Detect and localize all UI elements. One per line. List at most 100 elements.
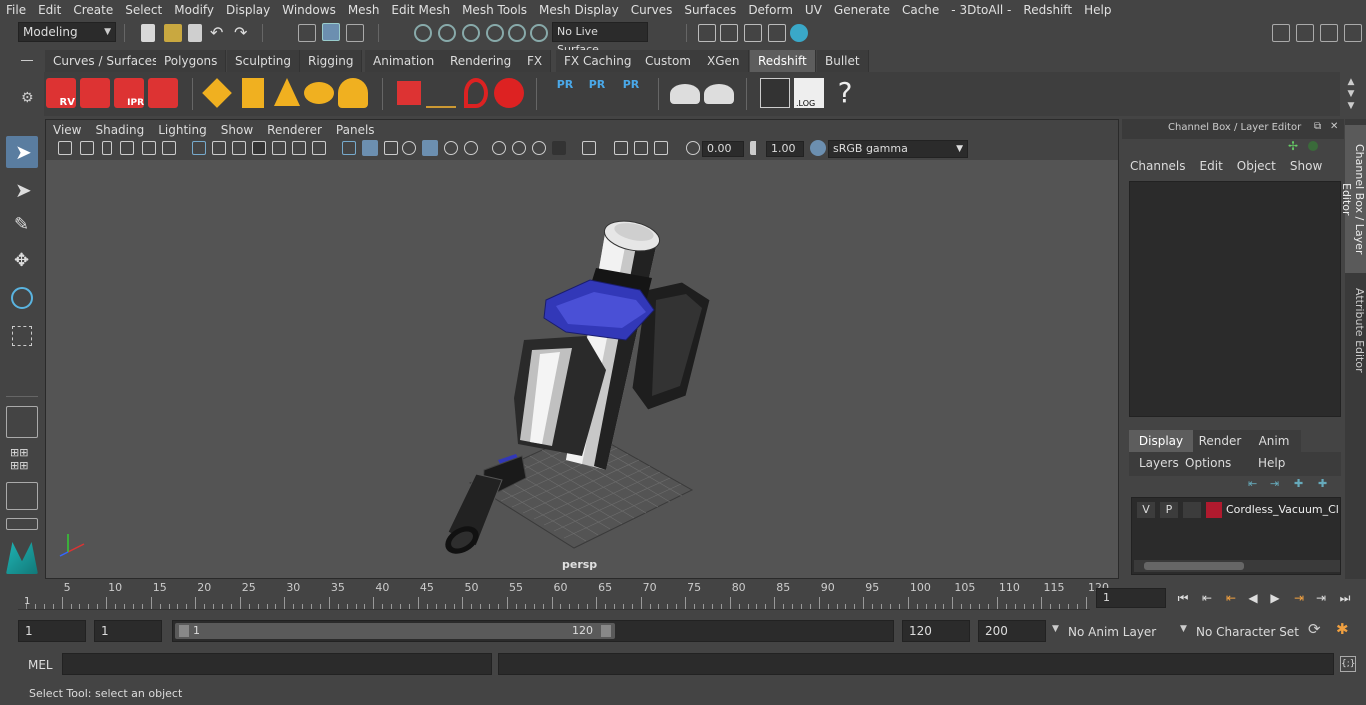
- go-to-end-icon[interactable]: ⏭: [1336, 590, 1354, 606]
- range-handle-left[interactable]: [179, 625, 189, 637]
- new-scene-icon[interactable]: [141, 24, 155, 42]
- close-icon[interactable]: ✕: [1330, 121, 1338, 132]
- menu-surfaces[interactable]: Surfaces: [678, 0, 742, 20]
- gamma-icon[interactable]: [750, 141, 762, 155]
- tool-settings-icon[interactable]: [1320, 24, 1338, 42]
- animation-prefs-icon[interactable]: ✱: [1336, 620, 1349, 638]
- anim-layer-dropdown[interactable]: No Anim Layer: [1068, 622, 1178, 642]
- rs-spot-light-icon[interactable]: [274, 78, 300, 106]
- layer-hscrollbar[interactable]: [1134, 560, 1340, 572]
- vp-menu-renderer[interactable]: Renderer: [260, 120, 329, 140]
- motion-blur-icon[interactable]: [492, 141, 506, 155]
- mode-selector[interactable]: Modeling ▼: [18, 22, 116, 42]
- textured-icon[interactable]: [402, 141, 416, 155]
- auto-key-icon[interactable]: ⟳: [1308, 620, 1321, 638]
- range-handle-right[interactable]: [601, 625, 611, 637]
- tab-polygons[interactable]: Polygons: [156, 50, 227, 72]
- rs-dome-light-icon[interactable]: [304, 82, 334, 104]
- depth-of-field-icon[interactable]: [532, 141, 546, 155]
- ambient-occlusion-icon[interactable]: [464, 141, 478, 155]
- channels-menu[interactable]: Channels: [1130, 159, 1186, 173]
- layer-name[interactable]: Cordless_Vacuum_Clea: [1226, 503, 1338, 516]
- step-forward-icon[interactable]: ⇥: [1312, 590, 1330, 606]
- playback-start-field[interactable]: 1: [94, 620, 162, 642]
- object-menu[interactable]: Object: [1237, 159, 1276, 173]
- film-gate-icon[interactable]: [212, 141, 226, 155]
- paint-select-tool-icon[interactable]: ✎: [6, 210, 38, 242]
- wireframe-icon[interactable]: [342, 141, 356, 155]
- layout-single-icon[interactable]: [6, 406, 38, 438]
- shadows-icon[interactable]: [444, 141, 458, 155]
- menu-uv[interactable]: UV: [799, 0, 828, 20]
- tab-animation[interactable]: Animation: [365, 50, 444, 72]
- move-layer-down-icon[interactable]: ⇥: [1270, 477, 1279, 490]
- layer-playback-toggle[interactable]: P: [1160, 502, 1178, 518]
- lasso-tool-icon[interactable]: ➤: [6, 174, 38, 206]
- current-frame-field[interactable]: 1: [1096, 588, 1166, 608]
- layers-menu[interactable]: Layers: [1139, 456, 1179, 470]
- redo-icon[interactable]: ↷: [234, 24, 252, 42]
- layer-tab-anim[interactable]: Anim: [1247, 430, 1301, 452]
- options-menu[interactable]: Options: [1185, 456, 1231, 470]
- snap-grid-icon[interactable]: [414, 24, 432, 42]
- layer-color-swatch[interactable]: [1206, 502, 1222, 518]
- pr-mesh-icon[interactable]: PR: [550, 78, 580, 108]
- xray-joints-icon[interactable]: [614, 141, 628, 155]
- new-layer-selected-icon[interactable]: ✚: [1318, 477, 1327, 490]
- anti-aliasing-icon[interactable]: [512, 141, 526, 155]
- tab-custom[interactable]: Custom: [637, 50, 700, 72]
- ipr-render-icon[interactable]: [744, 24, 762, 42]
- vp-menu-shading[interactable]: Shading: [88, 120, 151, 140]
- tab-fx[interactable]: FX: [519, 50, 552, 72]
- range-slider-handle[interactable]: 1 120: [175, 623, 615, 639]
- range-slider-track[interactable]: 1 120: [172, 620, 894, 642]
- animation-end-field[interactable]: 200: [978, 620, 1046, 642]
- vp-menu-panels[interactable]: Panels: [329, 120, 382, 140]
- rs-curve-icon[interactable]: [464, 78, 488, 108]
- step-forward-key-icon[interactable]: ⇥: [1290, 590, 1308, 606]
- gate-mask-icon[interactable]: [252, 141, 266, 155]
- use-lights-icon[interactable]: [422, 140, 438, 156]
- rotate-tool-icon[interactable]: [6, 282, 38, 314]
- color-space-dropdown[interactable]: sRGB gamma ▼: [828, 140, 968, 158]
- safe-title-icon[interactable]: [312, 141, 326, 155]
- attribute-editor-icon[interactable]: [1296, 24, 1314, 42]
- select-tool-icon[interactable]: ➤: [6, 136, 38, 168]
- chevron-down-icon[interactable]: ▼: [1180, 624, 1187, 634]
- menu-select[interactable]: Select: [119, 0, 168, 20]
- go-to-start-icon[interactable]: ⏮: [1174, 590, 1192, 606]
- tab-rigging[interactable]: Rigging: [300, 50, 363, 72]
- shelf-menu-icon[interactable]: [21, 60, 33, 61]
- grease-pencil-icon[interactable]: [162, 141, 176, 155]
- grid-icon[interactable]: [192, 141, 206, 155]
- rs-bake-icon[interactable]: [670, 84, 700, 104]
- rs-portal-light-icon[interactable]: [242, 78, 264, 108]
- tab-fx-caching[interactable]: FX Caching: [556, 50, 641, 72]
- rs-ipr-icon[interactable]: IPR: [114, 78, 144, 108]
- select-object-icon[interactable]: [322, 23, 340, 41]
- menu-edit-mesh[interactable]: Edit Mesh: [385, 0, 456, 20]
- 2d-pan-zoom-icon[interactable]: [142, 141, 156, 155]
- menu-curves[interactable]: Curves: [625, 0, 679, 20]
- menu-redshift[interactable]: Redshift: [1017, 0, 1078, 20]
- play-backward-icon[interactable]: ◀: [1244, 590, 1262, 606]
- script-editor-icon[interactable]: {;}: [1340, 656, 1356, 672]
- bookmark-icon[interactable]: [102, 141, 112, 155]
- tab-sculpting[interactable]: Sculpting: [227, 50, 301, 72]
- move-tool-icon[interactable]: ✥: [6, 246, 38, 278]
- camera-attributes-icon[interactable]: [80, 141, 94, 155]
- pr-export-icon[interactable]: PR: [582, 78, 612, 108]
- exposure-icon[interactable]: [686, 141, 700, 155]
- exposure-field[interactable]: 0.00: [702, 141, 744, 157]
- rs-bake-set-icon[interactable]: [704, 84, 734, 104]
- snap-curve-icon[interactable]: [438, 24, 456, 42]
- character-set-dropdown[interactable]: No Character Set: [1196, 622, 1300, 642]
- step-back-icon[interactable]: ⇤: [1198, 590, 1216, 606]
- menu-mesh[interactable]: Mesh: [342, 0, 386, 20]
- layer-tab-render[interactable]: Render: [1193, 430, 1247, 452]
- snap-point-icon[interactable]: [462, 24, 480, 42]
- animation-start-field[interactable]: 1: [18, 620, 86, 642]
- gear-icon[interactable]: ⚙: [21, 90, 34, 106]
- field-chart-icon[interactable]: [272, 141, 286, 155]
- rs-sphere-icon[interactable]: [494, 78, 524, 108]
